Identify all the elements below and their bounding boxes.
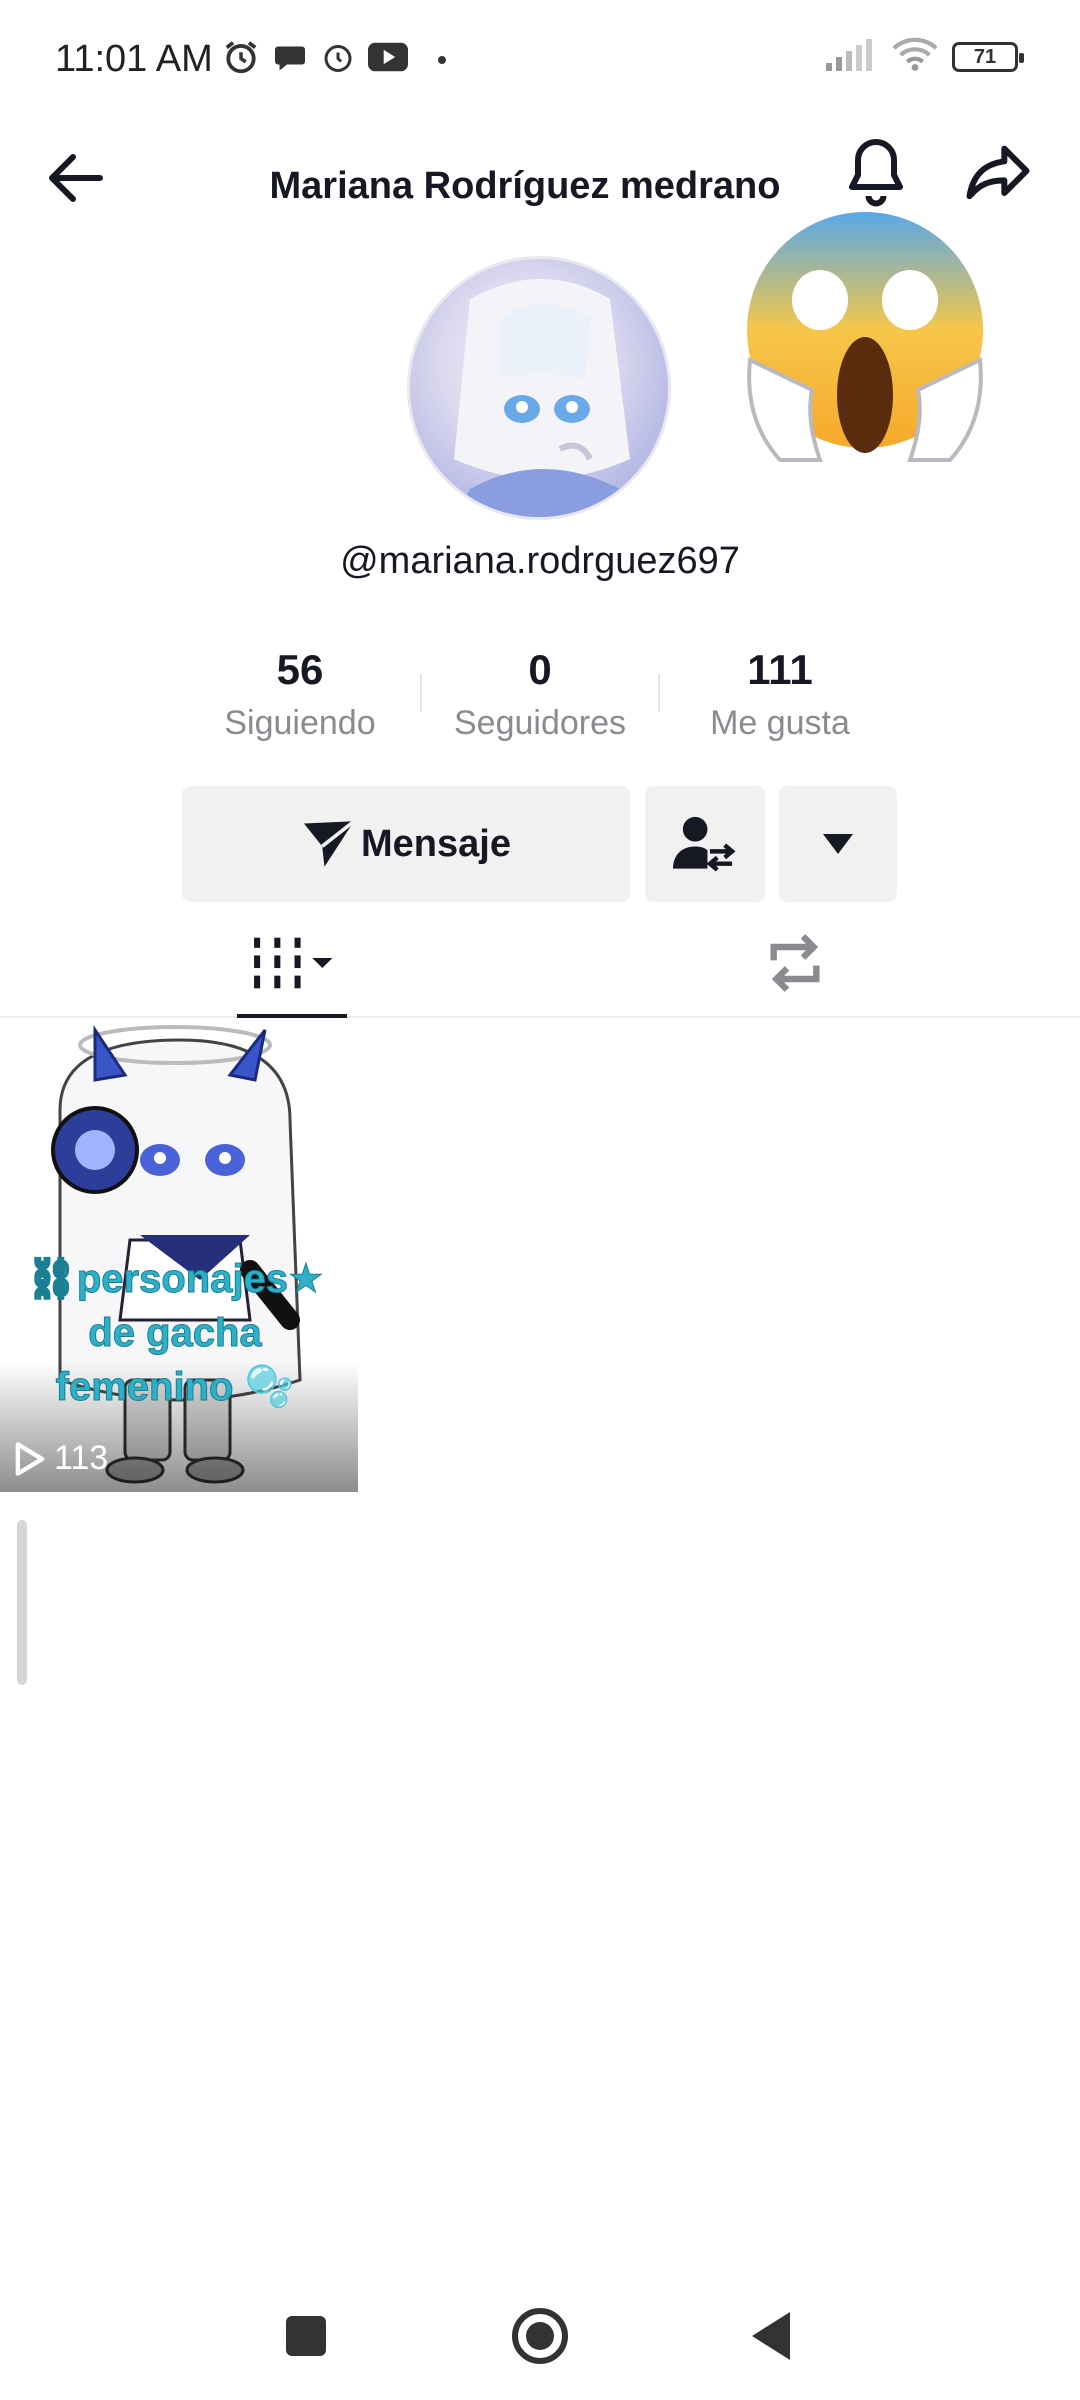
send-icon xyxy=(304,819,356,867)
stat-label: Siguiendo xyxy=(224,704,376,742)
notification-icons xyxy=(222,38,446,81)
stat-value: 56 xyxy=(276,646,324,693)
alarm-clock-icon xyxy=(320,39,356,80)
caret-down-icon xyxy=(823,834,853,854)
avatar[interactable] xyxy=(407,256,671,520)
stat-following[interactable]: 56 Siguiendo xyxy=(180,640,420,760)
home-icon[interactable] xyxy=(512,2308,568,2364)
profile-tabs xyxy=(0,910,1080,1018)
grid-icon xyxy=(254,937,333,989)
stat-value: 111 xyxy=(747,646,813,693)
repost-icon xyxy=(770,934,820,992)
stat-likes[interactable]: 111 Me gusta xyxy=(660,640,900,760)
status-time: 11:01 AM xyxy=(55,38,213,80)
username: @mariana.rodrguez697 xyxy=(340,540,740,582)
scrollbar[interactable] xyxy=(17,1520,27,1685)
tab-reposts[interactable] xyxy=(740,910,850,1016)
message-button-label: Mensaje xyxy=(361,822,511,865)
chat-bubble-icon xyxy=(272,39,308,80)
screaming-face-icon xyxy=(740,200,990,470)
tab-videos[interactable] xyxy=(237,910,347,1018)
system-nav-bar xyxy=(0,2280,1080,2400)
youtube-icon xyxy=(368,41,408,78)
back-icon[interactable] xyxy=(752,2312,790,2360)
video-caption: ⛓personajes★ de gacha femenino 🫧 xyxy=(26,1257,325,1410)
view-count-value: 113 xyxy=(54,1439,109,1477)
dot-icon xyxy=(438,55,446,64)
more-options-button[interactable] xyxy=(779,786,897,902)
play-icon xyxy=(15,1441,45,1476)
stat-label: Seguidores xyxy=(453,704,626,742)
divider xyxy=(420,674,422,712)
stat-followers[interactable]: 0 Seguidores xyxy=(420,640,660,760)
stat-value: 0 xyxy=(528,646,552,693)
video-thumbnail[interactable]: ⛓personajes★ de gacha femenino 🫧 113 xyxy=(0,1020,358,1492)
status-bar: 11:01 AM 71 xyxy=(0,0,1080,120)
wifi-icon xyxy=(892,36,938,77)
alarm-icon xyxy=(222,38,260,81)
view-count: 113 xyxy=(14,1439,108,1478)
add-friend-swap-icon xyxy=(673,816,736,872)
message-button[interactable]: Mensaje xyxy=(182,786,630,902)
stat-label: Me gusta xyxy=(710,704,850,742)
recent-apps-icon[interactable] xyxy=(286,2316,326,2356)
battery-icon: 71 xyxy=(952,41,1024,72)
add-friend-button[interactable] xyxy=(645,786,765,902)
profile-stats: 56 Siguiendo 0 Seguidores 111 Me gusta xyxy=(180,640,900,760)
signal-icon xyxy=(826,37,878,76)
